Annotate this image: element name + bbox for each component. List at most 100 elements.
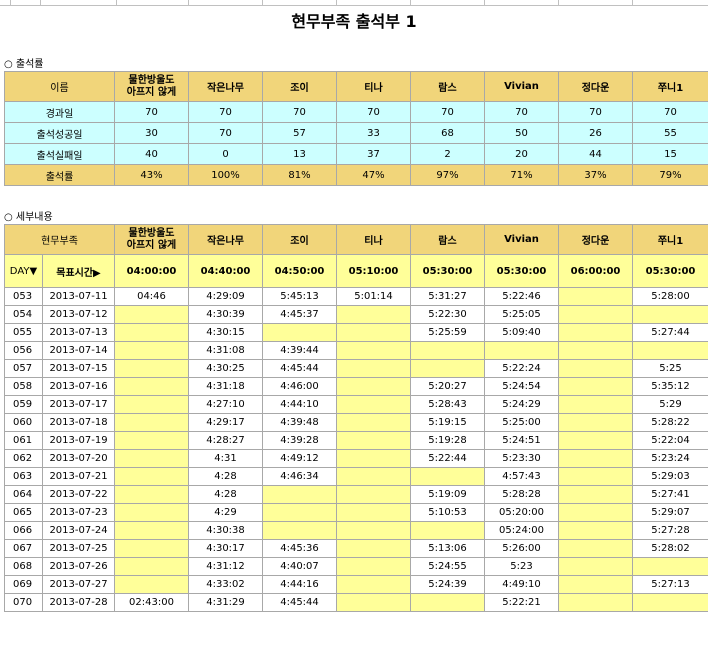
attendance-time-cell[interactable]: 4:30:25 <box>188 359 263 378</box>
attendance-time-cell[interactable] <box>558 395 633 414</box>
date-cell[interactable]: 2013-07-21 <box>42 467 115 486</box>
attendance-time-cell[interactable]: 5:27:44 <box>632 323 708 342</box>
attendance-time-cell[interactable] <box>558 503 633 522</box>
attendance-time-cell[interactable] <box>410 341 485 360</box>
attendance-time-cell[interactable] <box>632 341 708 360</box>
attendance-time-cell[interactable] <box>410 593 485 612</box>
date-cell[interactable]: 2013-07-14 <box>42 341 115 360</box>
day-number-cell[interactable]: 061 <box>4 431 43 450</box>
attendance-time-cell[interactable]: 5:23:30 <box>484 449 559 468</box>
attendance-time-cell[interactable]: 5:22:21 <box>484 593 559 612</box>
attendance-time-cell[interactable] <box>558 323 633 342</box>
day-number-cell[interactable]: 055 <box>4 323 43 342</box>
attendance-time-cell[interactable]: 5:25 <box>632 359 708 378</box>
attendance-time-cell[interactable] <box>336 449 411 468</box>
attendance-time-cell[interactable]: 4:45:37 <box>262 305 337 324</box>
summary-cell[interactable]: 70 <box>632 101 708 123</box>
member-header[interactable]: 작은나무 <box>188 71 263 102</box>
attendance-time-cell[interactable] <box>558 359 633 378</box>
summary-cell[interactable]: 26 <box>558 122 633 144</box>
summary-cell[interactable]: 97% <box>410 164 485 186</box>
summary-cell[interactable]: 71% <box>484 164 559 186</box>
attendance-time-cell[interactable] <box>262 503 337 522</box>
attendance-time-cell[interactable] <box>336 539 411 558</box>
attendance-time-cell[interactable]: 5:22:04 <box>632 431 708 450</box>
attendance-time-cell[interactable] <box>114 395 189 414</box>
summary-cell[interactable]: 2 <box>410 143 485 165</box>
attendance-time-cell[interactable]: 02:43:00 <box>114 593 189 612</box>
day-number-cell[interactable]: 065 <box>4 503 43 522</box>
attendance-time-cell[interactable]: 4:30:39 <box>188 305 263 324</box>
attendance-time-cell[interactable] <box>336 395 411 414</box>
attendance-time-cell[interactable] <box>114 503 189 522</box>
member-header[interactable]: 티나 <box>336 224 411 255</box>
date-cell[interactable]: 2013-07-17 <box>42 395 115 414</box>
attendance-time-cell[interactable]: 4:30:15 <box>188 323 263 342</box>
attendance-time-cell[interactable]: 5:28:28 <box>484 485 559 504</box>
member-header[interactable]: 조이 <box>262 224 337 255</box>
day-number-cell[interactable]: 064 <box>4 485 43 504</box>
date-cell[interactable]: 2013-07-27 <box>42 575 115 594</box>
day-number-cell[interactable]: 054 <box>4 305 43 324</box>
attendance-time-cell[interactable]: 4:46:00 <box>262 377 337 396</box>
attendance-time-cell[interactable] <box>336 377 411 396</box>
member-header[interactable]: Vivian <box>484 71 559 102</box>
attendance-time-cell[interactable] <box>410 359 485 378</box>
attendance-time-cell[interactable]: 5:22:44 <box>410 449 485 468</box>
attendance-time-cell[interactable]: 05:20:00 <box>484 503 559 522</box>
attendance-time-cell[interactable]: 5:19:09 <box>410 485 485 504</box>
attendance-time-cell[interactable]: 5:23 <box>484 557 559 576</box>
attendance-time-cell[interactable]: 5:19:28 <box>410 431 485 450</box>
date-cell[interactable]: 2013-07-19 <box>42 431 115 450</box>
summary-cell[interactable]: 43% <box>114 164 189 186</box>
member-header[interactable]: 정다운 <box>558 224 633 255</box>
summary-cell[interactable]: 55 <box>632 122 708 144</box>
summary-cell[interactable]: 37% <box>558 164 633 186</box>
target-time-cell[interactable]: 04:50:00 <box>262 254 337 288</box>
attendance-time-cell[interactable] <box>336 485 411 504</box>
day-sort-label[interactable]: DAY▼ <box>4 254 43 288</box>
attendance-time-cell[interactable] <box>336 431 411 450</box>
attendance-time-cell[interactable]: 5:24:55 <box>410 557 485 576</box>
attendance-time-cell[interactable]: 5:25:05 <box>484 305 559 324</box>
attendance-time-cell[interactable]: 5:25:59 <box>410 323 485 342</box>
summary-cell[interactable]: 15 <box>632 143 708 165</box>
attendance-time-cell[interactable]: 5:24:29 <box>484 395 559 414</box>
target-time-cell[interactable]: 06:00:00 <box>558 254 633 288</box>
attendance-time-cell[interactable] <box>558 485 633 504</box>
attendance-time-cell[interactable] <box>336 575 411 594</box>
day-number-cell[interactable]: 058 <box>4 377 43 396</box>
attendance-time-cell[interactable]: 4:30:17 <box>188 539 263 558</box>
attendance-time-cell[interactable] <box>336 467 411 486</box>
attendance-time-cell[interactable] <box>336 305 411 324</box>
attendance-time-cell[interactable]: 5:24:51 <box>484 431 559 450</box>
attendance-time-cell[interactable] <box>558 377 633 396</box>
attendance-time-cell[interactable] <box>484 341 559 360</box>
attendance-time-cell[interactable]: 4:31 <box>188 449 263 468</box>
attendance-time-cell[interactable]: 5:28:02 <box>632 539 708 558</box>
attendance-time-cell[interactable]: 4:28 <box>188 485 263 504</box>
attendance-time-cell[interactable]: 5:19:15 <box>410 413 485 432</box>
date-cell[interactable]: 2013-07-11 <box>42 287 115 306</box>
attendance-time-cell[interactable]: 4:31:12 <box>188 557 263 576</box>
attendance-time-cell[interactable] <box>336 323 411 342</box>
member-header[interactable]: 작은나무 <box>188 224 263 255</box>
attendance-time-cell[interactable]: 4:45:36 <box>262 539 337 558</box>
member-header[interactable]: 티나 <box>336 71 411 102</box>
day-number-cell[interactable]: 063 <box>4 467 43 486</box>
summary-cell[interactable]: 13 <box>262 143 337 165</box>
attendance-time-cell[interactable] <box>558 431 633 450</box>
attendance-time-cell[interactable]: 5:29:07 <box>632 503 708 522</box>
attendance-time-cell[interactable]: 4:49:10 <box>484 575 559 594</box>
detail-corner-header[interactable]: 현무부족 <box>4 224 115 255</box>
day-number-cell[interactable]: 053 <box>4 287 43 306</box>
attendance-time-cell[interactable]: 4:45:44 <box>262 359 337 378</box>
summary-cell[interactable]: 57 <box>262 122 337 144</box>
target-time-cell[interactable]: 05:30:00 <box>410 254 485 288</box>
attendance-time-cell[interactable] <box>336 413 411 432</box>
summary-row-label[interactable]: 출석성공일 <box>4 122 115 144</box>
summary-cell[interactable]: 30 <box>114 122 189 144</box>
attendance-time-cell[interactable]: 5:29:03 <box>632 467 708 486</box>
attendance-time-cell[interactable] <box>114 323 189 342</box>
attendance-time-cell[interactable] <box>114 377 189 396</box>
